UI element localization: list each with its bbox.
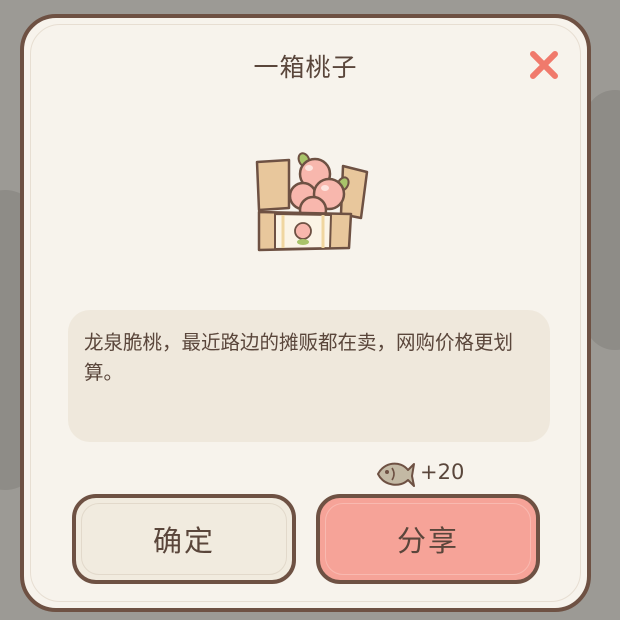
share-button[interactable]: 分享 xyxy=(316,494,540,584)
item-detail-dialog: 一箱桃子 龙泉脆桃，最近路边的摊贩都在卖，网购价格更划算。 +20 确定 分享 xyxy=(20,14,591,612)
fish-icon xyxy=(377,462,415,487)
close-button[interactable] xyxy=(527,48,561,82)
share-button-label: 分享 xyxy=(396,524,459,558)
confirm-button-label: 确定 xyxy=(152,524,215,558)
confirm-button[interactable]: 确定 xyxy=(72,494,296,584)
dialog-title: 一箱桃子 xyxy=(253,53,358,82)
close-icon xyxy=(530,51,558,79)
share-reward: +20 xyxy=(374,454,464,490)
item-description: 龙泉脆桃，最近路边的摊贩都在卖，网购价格更划算。 xyxy=(68,310,550,442)
reward-amount: +20 xyxy=(420,460,465,484)
peach-box-icon xyxy=(249,148,373,254)
